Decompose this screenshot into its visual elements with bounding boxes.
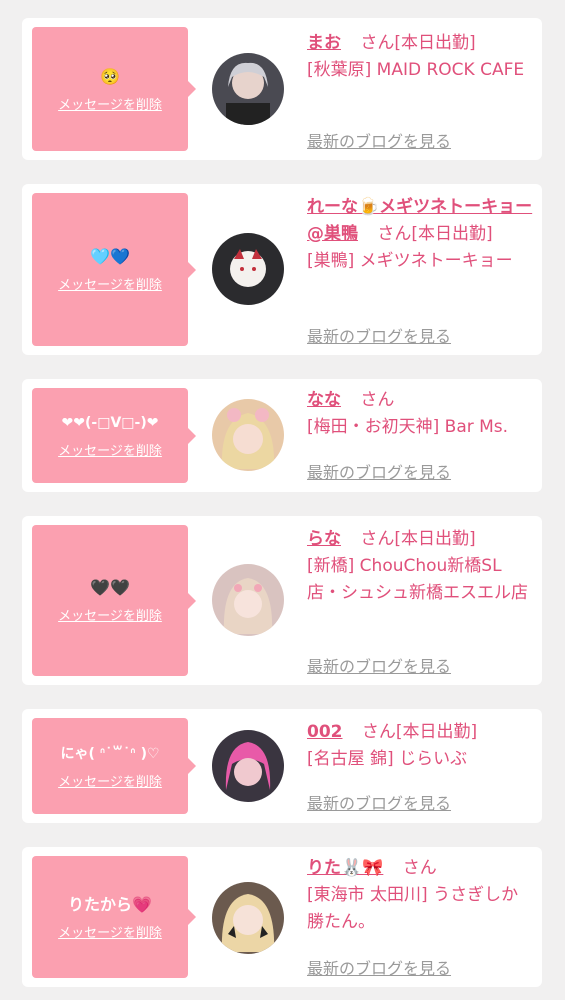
message-text: 🩵💙 bbox=[90, 247, 130, 266]
cast-name-link[interactable]: まお bbox=[307, 33, 341, 53]
blog-link[interactable]: 最新のブログを見る bbox=[307, 128, 451, 152]
delete-message-link[interactable]: メッセージを削除 bbox=[58, 440, 162, 459]
message-bubble: ❤❤(-□V□-)❤ メッセージを削除 bbox=[32, 388, 196, 483]
message-bubble: 🥺 メッセージを削除 bbox=[32, 27, 196, 151]
favorite-card: 🥺 メッセージを削除 まお さん[本日出勤] [秋葉原] MAID ROCK C… bbox=[22, 18, 542, 160]
shop-text: [秋葉原] MAID ROCK CAFE bbox=[307, 60, 525, 80]
shop-text: [梅田・お初天神] Bar Ms. bbox=[307, 417, 509, 437]
blog-link[interactable]: 最新のブログを見る bbox=[307, 653, 451, 677]
blog-link[interactable]: 最新のブログを見る bbox=[307, 790, 451, 814]
honorific: さん bbox=[360, 33, 395, 53]
blog-link[interactable]: 最新のブログを見る bbox=[307, 323, 451, 347]
message-text: りたから💗 bbox=[68, 894, 152, 914]
status-text: [本日出勤] bbox=[411, 224, 493, 244]
cast-name-link[interactable]: らな bbox=[307, 529, 341, 549]
avatar[interactable] bbox=[212, 53, 284, 125]
cast-info: 002 さん[本日出勤] [名古屋 錦] じらいぶ bbox=[307, 719, 535, 773]
cast-info: らな さん[本日出勤] [新橋] ChouChou新橋SL店・シュシュ新橋エスエ… bbox=[307, 526, 535, 607]
shop-text: [巣鴨] メギツネトーキョー bbox=[307, 251, 513, 271]
message-bubble: 🖤🖤 メッセージを削除 bbox=[32, 525, 196, 676]
avatar[interactable] bbox=[212, 564, 284, 636]
delete-message-link[interactable]: メッセージを削除 bbox=[58, 605, 162, 624]
favorite-card: 🩵💙 メッセージを削除 れーな🍺メギツネトーキョー@巣鴨 さん[本日出勤] [巣… bbox=[22, 184, 542, 355]
favorite-card: にゃ( ᐢ˙꒳˙ᐢ )♡ メッセージを削除 002 さん[本日出勤] [名古屋 … bbox=[22, 709, 542, 823]
cast-name-link[interactable]: 002 bbox=[307, 722, 343, 742]
delete-message-link[interactable]: メッセージを削除 bbox=[58, 274, 162, 293]
cast-info: なな さん [梅田・お初天神] Bar Ms. bbox=[307, 387, 535, 441]
shop-text: [名古屋 錦] じらいぶ bbox=[307, 749, 468, 769]
cast-name-link[interactable]: なな bbox=[307, 390, 341, 410]
honorific: さん bbox=[360, 529, 395, 549]
status-text: [本日出勤] bbox=[394, 529, 476, 549]
delete-message-link[interactable]: メッセージを削除 bbox=[58, 922, 162, 941]
avatar[interactable] bbox=[212, 399, 284, 471]
favorite-card: りたから💗 メッセージを削除 りた🐰🎀 さん [東海市 太田川] うさぎしか勝た… bbox=[22, 847, 542, 987]
cast-name-link[interactable]: りた🐰🎀 bbox=[307, 858, 383, 878]
message-text: にゃ( ᐢ˙꒳˙ᐢ )♡ bbox=[60, 745, 160, 762]
favorite-card: 🖤🖤 メッセージを削除 らな さん[本日出勤] [新橋] ChouChou新橋S… bbox=[22, 516, 542, 685]
message-bubble: にゃ( ᐢ˙꒳˙ᐢ )♡ メッセージを削除 bbox=[32, 718, 196, 814]
honorific: さん bbox=[377, 224, 412, 244]
honorific: さん bbox=[402, 858, 437, 878]
message-bubble: 🩵💙 メッセージを削除 bbox=[32, 193, 196, 346]
favorite-card: ❤❤(-□V□-)❤ メッセージを削除 なな さん [梅田・お初天神] Bar … bbox=[22, 379, 542, 492]
blog-link[interactable]: 最新のブログを見る bbox=[307, 955, 451, 979]
message-text: 🖤🖤 bbox=[90, 578, 130, 597]
delete-message-link[interactable]: メッセージを削除 bbox=[58, 94, 162, 113]
status-text: [本日出勤] bbox=[394, 33, 476, 53]
shop-text: [新橋] ChouChou新橋SL店・シュシュ新橋エスエル店 bbox=[307, 556, 528, 603]
honorific: さん bbox=[360, 390, 395, 410]
message-text: 🥺 bbox=[100, 66, 120, 86]
avatar[interactable] bbox=[212, 882, 284, 954]
blog-link[interactable]: 最新のブログを見る bbox=[307, 459, 451, 483]
delete-message-link[interactable]: メッセージを削除 bbox=[58, 771, 162, 790]
avatar[interactable] bbox=[212, 730, 284, 802]
cast-info: れーな🍺メギツネトーキョー@巣鴨 さん[本日出勤] [巣鴨] メギツネトーキョー bbox=[307, 194, 535, 275]
message-text: ❤❤(-□V□-)❤ bbox=[61, 415, 159, 431]
avatar[interactable] bbox=[212, 233, 284, 305]
honorific: さん bbox=[361, 722, 396, 742]
shop-text: [東海市 太田川] うさぎしか勝たん。 bbox=[307, 885, 519, 932]
message-bubble: りたから💗 メッセージを削除 bbox=[32, 856, 196, 978]
cast-info: まお さん[本日出勤] [秋葉原] MAID ROCK CAFE bbox=[307, 30, 535, 84]
status-text: [本日出勤] bbox=[395, 722, 478, 742]
cast-info: りた🐰🎀 さん [東海市 太田川] うさぎしか勝たん。 bbox=[307, 855, 535, 936]
